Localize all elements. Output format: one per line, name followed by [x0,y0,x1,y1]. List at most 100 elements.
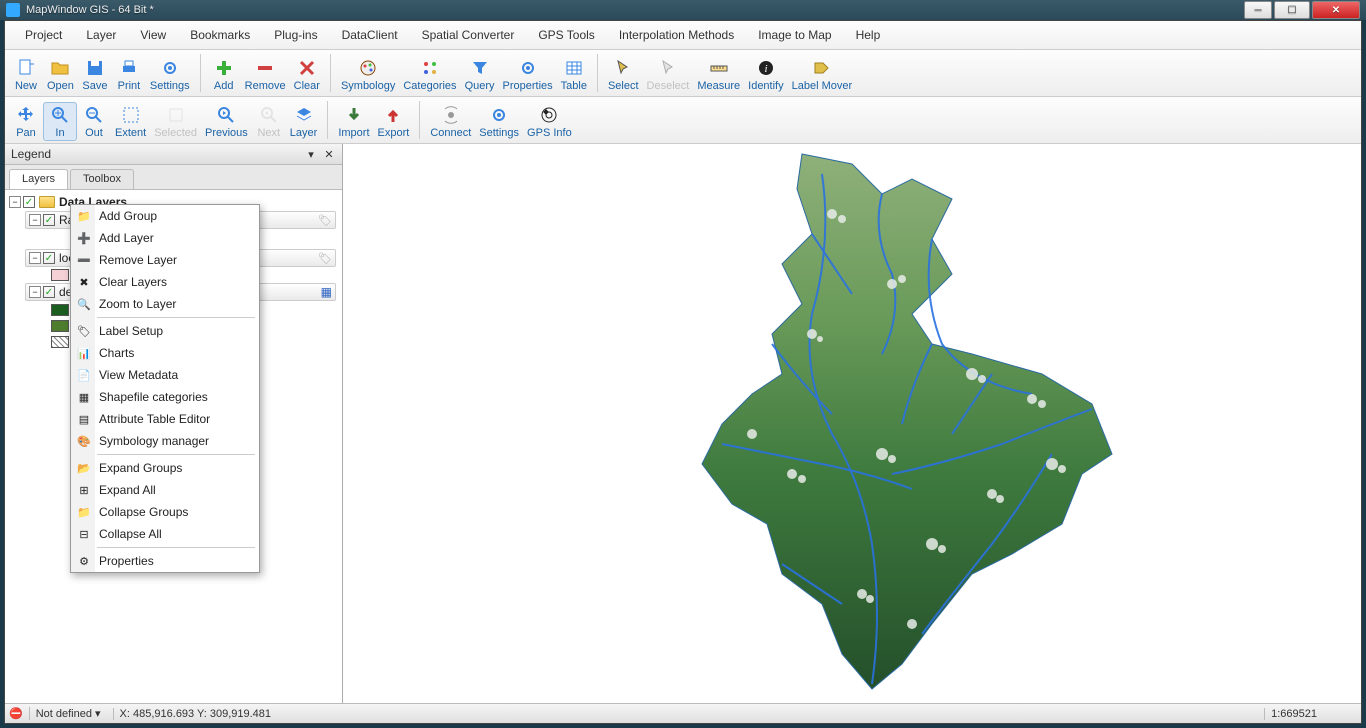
menu-plug-ins[interactable]: Plug-ins [262,25,329,45]
menu-layer[interactable]: Layer [74,25,128,45]
menu-project[interactable]: Project [13,25,74,45]
ctx-label-setup[interactable]: 🏷Label Setup [71,320,259,342]
expand-icon[interactable]: − [29,214,41,226]
tool-symbology[interactable]: Symbology [337,55,399,94]
ctx-icon: ▤ [75,411,93,427]
close-button[interactable]: ✕ [1312,1,1360,19]
tag-icon: 🏷 [318,252,332,265]
status-coords: X: 485,916.693 Y: 309,919.481 [113,708,278,720]
ctx-zoom-to-layer[interactable]: 🔍Zoom to Layer [71,293,259,315]
expand-icon[interactable]: − [29,286,41,298]
disk-icon [84,57,106,79]
ctx-properties[interactable]: ⚙ Properties [71,550,259,572]
tool-import[interactable]: Import [334,102,373,141]
svg-text:i: i [764,63,767,75]
tool-settings[interactable]: Settings [146,55,194,94]
ctx-expand-groups[interactable]: 📂Expand Groups [71,457,259,479]
tool-export[interactable]: Export [374,102,414,141]
tab-layers[interactable]: Layers [9,169,68,189]
tool-label: Extent [115,127,146,139]
tool-connect[interactable]: Connect [426,102,475,141]
ctx-symbology-manager[interactable]: 🎨Symbology manager [71,430,259,452]
tool-out[interactable]: Out [77,102,111,141]
tool-label-mover[interactable]: Label Mover [788,55,857,94]
expand-icon[interactable]: − [9,196,21,208]
ctx-label: Properties [99,554,154,568]
ruler-icon [708,57,730,79]
tool-gps-info[interactable]: GPS Info [523,102,576,141]
close-panel-icon[interactable]: ✕ [322,147,336,161]
ctx-shapefile-categories[interactable]: ▦Shapefile categories [71,386,259,408]
tool-next[interactable]: Next [252,102,286,141]
maximize-button[interactable]: ☐ [1274,1,1310,19]
menu-bookmarks[interactable]: Bookmarks [178,25,262,45]
sel-icon [165,104,187,126]
menu-spatial-converter[interactable]: Spatial Converter [410,25,527,45]
tab-toolbox[interactable]: Toolbox [70,169,134,189]
tool-selected[interactable]: Selected [150,102,201,141]
tool-clear[interactable]: Clear [290,55,324,94]
ctx-view-metadata[interactable]: 📄View Metadata [71,364,259,386]
checkbox[interactable]: ✓ [43,286,55,298]
tool-categories[interactable]: Categories [399,55,460,94]
tool-add[interactable]: Add [207,55,241,94]
checkbox[interactable]: ✓ [23,196,35,208]
expand-icon[interactable]: − [29,252,41,264]
tool-in[interactable]: In [43,102,77,141]
tool-print[interactable]: Print [112,55,146,94]
ctx-expand-all[interactable]: ⊞Expand All [71,479,259,501]
tool-table[interactable]: Table [557,55,591,94]
tool-label: Print [118,80,141,92]
context-menu[interactable]: 📁Add Group➕Add Layer➖Remove Layer✖Clear … [70,204,260,573]
minus-icon [254,57,276,79]
tool-save[interactable]: Save [78,55,112,94]
ctx-charts[interactable]: 📊Charts [71,342,259,364]
printer-icon [118,57,140,79]
ctx-collapse-groups[interactable]: 📁Collapse Groups [71,501,259,523]
pin-icon[interactable]: ▾ [304,147,318,161]
tool-measure[interactable]: Measure [693,55,744,94]
ctx-collapse-all[interactable]: ⊟Collapse All [71,523,259,545]
menu-interpolation-methods[interactable]: Interpolation Methods [607,25,746,45]
menu-help[interactable]: Help [844,25,893,45]
tool-new[interactable]: New [9,55,43,94]
ctx-add-layer[interactable]: ➕Add Layer [71,227,259,249]
checkbox[interactable]: ✓ [43,214,55,226]
ctx-attribute-table-editor[interactable]: ▤Attribute Table Editor [71,408,259,430]
menu-dataclient[interactable]: DataClient [330,25,410,45]
tool-pan[interactable]: Pan [9,102,43,141]
tool-previous[interactable]: Previous [201,102,252,141]
tool-label: Symbology [341,80,395,92]
ctx-icon: 📄 [75,367,93,383]
tool-identify[interactable]: iIdentify [744,55,787,94]
folder-icon [49,57,71,79]
tool-remove[interactable]: Remove [241,55,290,94]
map-canvas[interactable] [343,144,1361,703]
ctx-add-group[interactable]: 📁Add Group [71,205,259,227]
tag-icon: 🏷 [318,214,332,227]
tool-select[interactable]: Select [604,55,643,94]
info-icon: i [755,57,777,79]
menu-image-to-map[interactable]: Image to Map [746,25,843,45]
tool-query[interactable]: Query [461,55,499,94]
menu-view[interactable]: View [128,25,178,45]
tool-properties[interactable]: Properties [499,55,557,94]
folder-icon [39,196,55,208]
move-icon [15,104,37,126]
tool-open[interactable]: Open [43,55,78,94]
checkbox[interactable]: ✓ [43,252,55,264]
tool-deselect[interactable]: Deselect [643,55,694,94]
tool-label: Clear [294,80,320,92]
tool-layer[interactable]: Layer [286,102,322,141]
status-projection[interactable]: Not defined ▾ [29,707,107,720]
ctx-icon: ⚙ [75,553,93,569]
ctx-remove-layer[interactable]: ➖Remove Layer [71,249,259,271]
minimize-button[interactable]: ─ [1244,1,1272,19]
tool-extent[interactable]: Extent [111,102,150,141]
toolbar-2: PanInOut Extent SelectedPreviousNextLayer I… [5,97,1361,144]
tool-label: Select [608,80,639,92]
tool-settings[interactable]: Settings [475,102,523,141]
ctx-clear-layers[interactable]: ✖Clear Layers [71,271,259,293]
ctx-icon: ✖ [75,274,93,290]
menu-gps-tools[interactable]: GPS Tools [526,25,606,45]
